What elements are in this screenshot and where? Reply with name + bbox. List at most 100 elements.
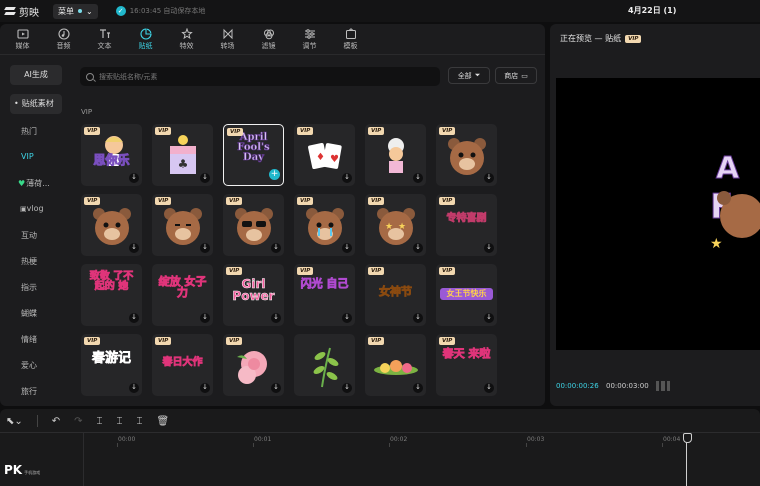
category-love[interactable]: 爱心: [0, 360, 70, 371]
download-icon[interactable]: ↓: [271, 383, 281, 393]
category-hot[interactable]: 热门: [0, 126, 70, 137]
download-icon[interactable]: ↓: [129, 243, 139, 253]
sticker-tile[interactable]: VIP ↓: [223, 194, 284, 256]
svg-text:★: ★: [398, 222, 406, 232]
add-icon[interactable]: +: [269, 169, 280, 180]
sticker-tile[interactable]: ♣ VIP ↓: [152, 124, 213, 186]
tab-transition[interactable]: 转场: [207, 24, 248, 54]
tab-template[interactable]: 模板: [330, 24, 371, 54]
tab-audio[interactable]: 音频: [43, 24, 84, 54]
download-icon[interactable]: ↓: [413, 313, 423, 323]
tab-adjust[interactable]: 调节: [289, 24, 330, 54]
sticker-tile[interactable]: 闪光 自己 VIP ↓: [294, 264, 355, 326]
vip-badge: VIP: [155, 197, 172, 205]
tab-filter[interactable]: 滤镜: [248, 24, 289, 54]
preview-title-text: 正在预览 — 贴纸: [560, 34, 622, 43]
sticker-tile[interactable]: VIP ↓: [294, 194, 355, 256]
download-icon[interactable]: ↓: [484, 383, 494, 393]
sticker-tile[interactable]: VIP ↓: [81, 194, 142, 256]
timeline-view-icon[interactable]: [656, 381, 670, 391]
category-travel[interactable]: 旅行: [0, 386, 70, 397]
category-pointers[interactable]: 指示: [0, 282, 70, 293]
split-left-icon[interactable]: ⌶: [117, 416, 123, 427]
sticker-tile[interactable]: 春游记 VIP ↓: [81, 334, 142, 396]
download-icon[interactable]: ↓: [271, 243, 281, 253]
sticker-tile[interactable]: VIP ↓: [365, 334, 426, 396]
sticker-tile[interactable]: 女王节快乐 VIP ↓: [436, 264, 497, 326]
download-icon[interactable]: ↓: [129, 173, 139, 183]
menu-button[interactable]: 菜单 ⌄: [53, 3, 98, 19]
sticker-tile[interactable]: VIP ↓: [223, 334, 284, 396]
download-icon[interactable]: ↓: [200, 313, 210, 323]
category-mint[interactable]: ♥薄荷...: [0, 178, 70, 189]
sticker-tile[interactable]: ★ ★ VIP ↓: [365, 194, 426, 256]
download-icon[interactable]: ↓: [342, 313, 352, 323]
sticker-tile[interactable]: 绽放 女子力 ↓: [152, 264, 213, 326]
download-icon[interactable]: ↓: [129, 313, 139, 323]
sticker-search-input[interactable]: 搜索贴纸名称/元素: [80, 67, 440, 86]
category-label: 薄荷...: [26, 179, 50, 188]
tick-mark: [389, 443, 390, 447]
sticker-tile[interactable]: ↓: [294, 334, 355, 396]
filter-icon: [262, 28, 275, 40]
download-icon[interactable]: ↓: [484, 243, 494, 253]
store-button[interactable]: 商店 ▭: [495, 67, 537, 84]
preview-canvas[interactable]: A F ★: [556, 78, 760, 350]
redo-icon[interactable]: ↷: [74, 416, 82, 427]
category-interactive[interactable]: 互动: [0, 230, 70, 241]
sticker-caption: 闪光 自己: [300, 277, 349, 290]
materials-panel: 媒体 音频 文本 贴纸 特效 转场 滤镜 调节 模板 AI生成 • 贴纸素材 热…: [0, 24, 545, 406]
download-icon[interactable]: ↓: [200, 243, 210, 253]
svg-text:★: ★: [385, 222, 393, 232]
sticker-tile[interactable]: ♦ ♥ VIP ↓: [294, 124, 355, 186]
sticker-tile[interactable]: VIP ↓: [152, 194, 213, 256]
download-icon[interactable]: ↓: [342, 173, 352, 183]
split-icon[interactable]: ⌶: [97, 416, 103, 427]
split-right-icon[interactable]: ⌶: [137, 416, 143, 427]
download-icon[interactable]: ↓: [271, 313, 281, 323]
download-icon[interactable]: ↓: [200, 173, 210, 183]
download-icon[interactable]: ↓: [413, 383, 423, 393]
sticker-tile[interactable]: 致敬 了不起的 她 ↓: [81, 264, 142, 326]
select-cursor-icon[interactable]: ⬉⌄: [6, 416, 23, 427]
sticker-tile[interactable]: 专特喜剧 VIP ↓: [436, 194, 497, 256]
category-memes[interactable]: 热梗: [0, 256, 70, 267]
tab-media[interactable]: 媒体: [2, 24, 43, 54]
sticker-caption: 致敬 了不起的 她: [89, 271, 134, 292]
tab-text[interactable]: 文本: [84, 24, 125, 54]
sticker-tile[interactable]: VIP ↓: [436, 124, 497, 186]
sticker-material-button[interactable]: 贴纸素材: [10, 94, 62, 114]
category-butterfly[interactable]: 蝴蝶: [0, 308, 70, 319]
ai-generate-button[interactable]: AI生成: [10, 65, 62, 85]
tab-sticker[interactable]: 贴纸: [125, 24, 166, 54]
download-icon[interactable]: ↓: [200, 383, 210, 393]
filter-all-button[interactable]: 全部 ⏷: [448, 67, 490, 84]
download-icon[interactable]: ↓: [413, 243, 423, 253]
menu-label: 菜单: [58, 6, 74, 16]
download-icon[interactable]: ↓: [129, 383, 139, 393]
notification-dot: [78, 9, 82, 13]
title-bar: 剪映 菜单 ⌄ ✓ 16:03:45 自动保存本地 4月22日 (1): [0, 0, 760, 22]
sticker-tile[interactable]: 春天 来啦 VIP ↓: [436, 334, 497, 396]
download-icon[interactable]: ↓: [342, 243, 352, 253]
sticker-tile[interactable]: 春日大作 VIP ↓: [152, 334, 213, 396]
download-icon[interactable]: ↓: [413, 173, 423, 183]
undo-icon[interactable]: ↶: [52, 416, 60, 427]
sticker-tile[interactable]: 女神节 VIP ↓: [365, 264, 426, 326]
download-icon[interactable]: ↓: [484, 173, 494, 183]
tab-effects[interactable]: 特效: [166, 24, 207, 54]
category-emotion[interactable]: 情绪: [0, 334, 70, 345]
download-icon[interactable]: ↓: [484, 313, 494, 323]
project-title[interactable]: 4月22日 (1): [628, 5, 676, 16]
sticker-tile[interactable]: 思你乐 VIP ↓: [81, 124, 142, 186]
delete-icon[interactable]: 🗑: [157, 416, 170, 427]
timeline-ruler[interactable]: 00:00 00:01 00:02 00:03 00:04: [0, 433, 760, 449]
sticker-tile[interactable]: VIP ↓: [365, 124, 426, 186]
category-vlog[interactable]: ▣vlog: [0, 204, 70, 213]
download-icon[interactable]: ↓: [342, 383, 352, 393]
sticker-tile[interactable]: Girl Power VIP ↓: [223, 264, 284, 326]
sticker-caption: 专特喜剧: [446, 213, 487, 224]
sticker-tile-selected[interactable]: April Fool's Day VIP +: [223, 124, 284, 186]
playhead[interactable]: [683, 433, 692, 486]
category-vip[interactable]: VIP: [0, 152, 70, 161]
